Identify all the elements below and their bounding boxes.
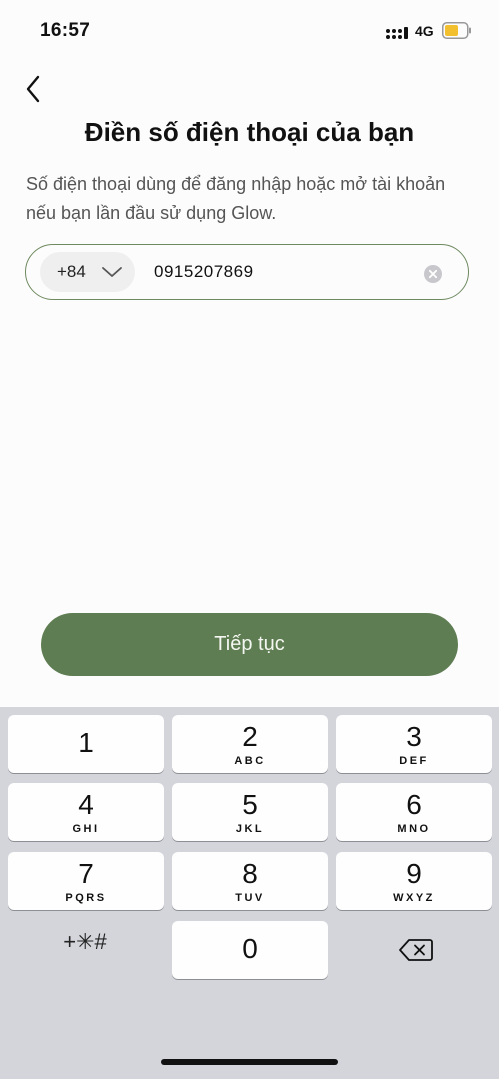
phone-number-input[interactable] [154,259,404,285]
backspace-icon[interactable] [398,937,434,963]
key-digit: 9 [406,858,422,889]
country-code-value: +84 [57,262,86,281]
key-digit: 5 [242,789,258,820]
home-indicator [161,1059,338,1065]
battery-icon [442,22,471,39]
back-arrow-icon[interactable] [20,72,50,106]
key-digit: 2 [242,721,258,752]
key-9[interactable]: 9 WXYZ [336,852,492,910]
key-digit: 8 [242,858,258,889]
key-3[interactable]: 3 DEF [336,715,492,773]
key-6[interactable]: 6 MNO [336,783,492,841]
key-letters: MNO [397,823,431,835]
key-digit: 0 [242,933,258,964]
numeric-keypad: 1 2 ABC 3 DEF 4 GHI 5 JKL 6 MNO 7 PQRS 8… [0,707,499,1079]
status-time: 16:57 [40,20,91,41]
phone-field: +84 [25,244,469,300]
key-digit: 4 [78,789,94,820]
key-letters: DEF [399,755,429,767]
key-letters: PQRS [65,892,107,904]
page-title: Điền số điện thoại của bạn [84,117,415,147]
key-8[interactable]: 8 TUV [172,852,328,910]
clear-icon[interactable] [424,265,442,283]
key-letters: JKL [235,823,265,835]
signal-strength-icon [386,27,408,39]
key-letters: GHI [72,823,100,835]
page-subtitle: Số điện thoại dùng để đăng nhập hoặc mở … [26,174,446,223]
key-digit: 1 [78,727,94,758]
key-1[interactable]: 1 [8,715,164,773]
chevron-down-icon [102,267,122,277]
key-7[interactable]: 7 PQRS [8,852,164,910]
status-bar: 16:57 4G [0,0,499,60]
continue-button[interactable]: Tiếp tục [41,613,458,676]
country-code-select[interactable]: +84 [40,252,135,292]
key-4[interactable]: 4 GHI [8,783,164,841]
key-digit: 6 [406,789,422,820]
key-2[interactable]: 2 ABC [172,715,328,773]
network-type: 4G [415,23,434,39]
key-digit: 7 [78,858,94,889]
key-5[interactable]: 5 JKL [172,783,328,841]
key-letters: WXYZ [393,892,435,904]
symbols-key[interactable]: +✳# [30,929,140,969]
key-0[interactable]: 0 [172,921,328,979]
key-letters: TUV [235,892,265,904]
key-digit: 3 [406,721,422,752]
key-letters: ABC [234,755,266,767]
